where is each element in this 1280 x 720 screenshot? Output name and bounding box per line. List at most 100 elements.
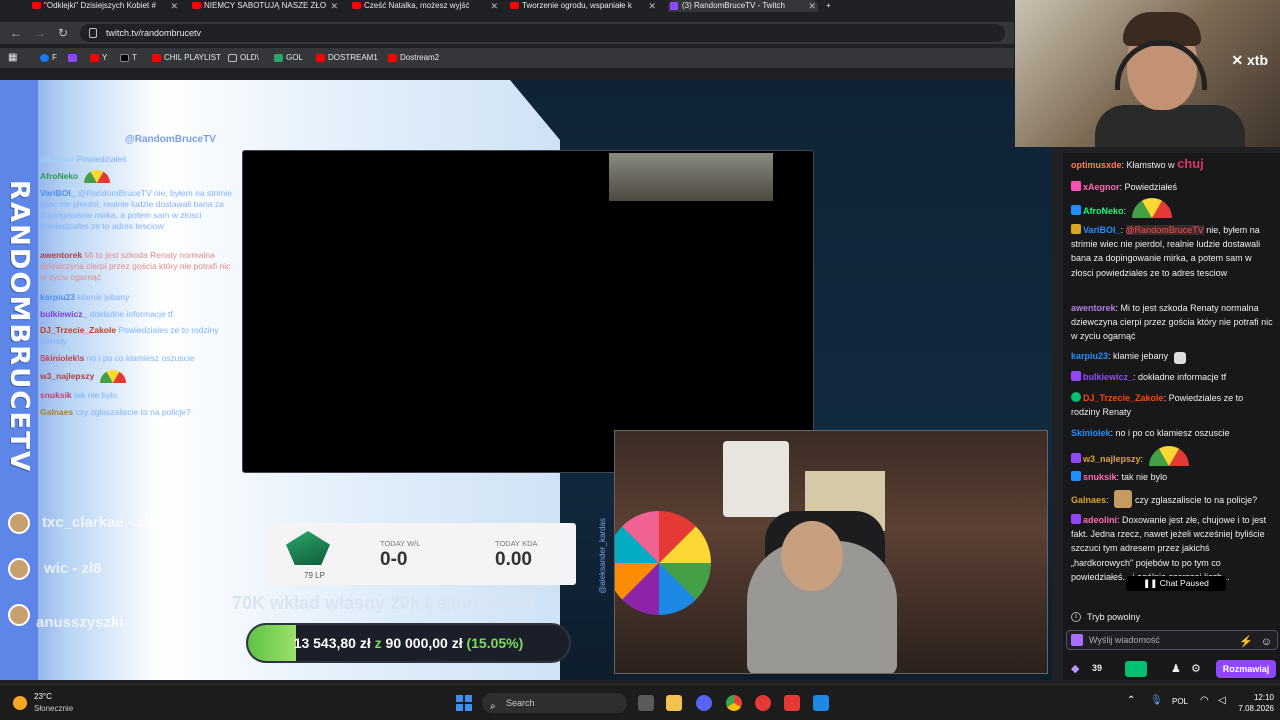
facebook-icon	[40, 54, 49, 62]
overlay-chat-message: AfroNeko	[40, 170, 235, 183]
close-tab-icon[interactable]: ✕	[490, 0, 498, 12]
secondary-webcam: ✕ xtb	[1015, 0, 1280, 147]
overlay-chat-message: VariBOI_ @RandomBruceTV nie, byłem na st…	[40, 188, 232, 231]
back-arrow-icon[interactable]: ←	[10, 26, 22, 40]
kda-header: TODAY KDA	[495, 539, 538, 548]
bookmark-item[interactable]: GOL	[274, 51, 303, 65]
apps-grid-icon[interactable]: ▦	[8, 51, 17, 65]
browser-tab[interactable]: Cześć Natalka, możesz wyjść ✕	[350, 0, 500, 12]
bookmark-item[interactable]: Y	[90, 51, 107, 65]
microphone-icon[interactable]: 🎙	[1150, 695, 1163, 706]
chat-message[interactable]: xAegnor: Powiedziałeś	[1071, 180, 1274, 194]
bookmark-item[interactable]: DOSTREAM1	[316, 51, 378, 65]
gauge-emote	[83, 170, 110, 183]
overlay-channel-handle: @RandomBruceTV	[125, 134, 216, 145]
bookmark-item[interactable]: F	[40, 51, 57, 65]
tray-chevron-up-icon[interactable]: ⌃	[1127, 695, 1135, 706]
chat-message[interactable]: AfroNeko:	[1071, 198, 1274, 218]
sponsor-logo: ✕ xtb	[1231, 52, 1268, 68]
overlay-chat-message: snuksik tak nie bylo	[40, 390, 118, 400]
info-icon: i	[1071, 612, 1081, 622]
chat-identity-icon[interactable]: ♟	[1171, 662, 1181, 675]
close-tab-icon[interactable]: ✕	[808, 0, 816, 12]
bookmark-item[interactable]: CHIL PLAYLIST	[152, 51, 221, 65]
chat-message[interactable]: awentorek: Mi to jest szkoda Renaty norm…	[1071, 301, 1274, 344]
chrome-icon[interactable]	[726, 695, 742, 711]
overlay-chat-message: DJ_Trzecie_Zakole Powiedziales ze to rod…	[40, 325, 219, 346]
browser-tab[interactable]: Tworzenie ogrodu, wspaniałe k ✕	[508, 0, 658, 12]
claim-bonus-button[interactable]	[1125, 661, 1147, 677]
browser-tab[interactable]: "Odklejki" Dzisiejszych Kobiet # ✕	[30, 0, 180, 12]
taskbar: 23°C Słonecznie ⌕ Search ⌃ 🎙 POL ◠ ◁ 12:1…	[0, 684, 1280, 720]
twitch-chat[interactable]: optimusxde: Kłamstwo w chuj xAegnor: Pow…	[1063, 153, 1280, 680]
channel-vertical-logo: RANDOMBRUCETV	[4, 180, 34, 474]
gear-icon[interactable]: ⚙	[1191, 662, 1201, 675]
goal-progress-label: 13 543,80 zł z 90 000,00 zł (15.05%)	[293, 635, 524, 651]
language-indicator[interactable]: POL	[1172, 697, 1188, 706]
emote-icon[interactable]: ☺	[1261, 633, 1272, 651]
task-view-icon[interactable]	[638, 695, 654, 711]
bits-icon[interactable]	[1071, 634, 1083, 646]
chat-paused-button[interactable]: ❚❚ Chat Paused	[1126, 576, 1226, 591]
channel-points-icon[interactable]: ◆	[1071, 662, 1079, 675]
browser-tab-active[interactable]: (3) RandomBruceTV - Twitch ✕	[668, 0, 818, 12]
app-icon[interactable]	[813, 695, 829, 711]
sub-badge-icon	[1071, 371, 1081, 381]
url-field[interactable]: twitch.tv/randombrucetv	[80, 24, 1005, 42]
app-icon[interactable]	[755, 695, 771, 711]
chat-message[interactable]: optimusxde: Kłamstwo w chuj	[1071, 156, 1274, 172]
chat-message[interactable]: w3_najlepszy:	[1071, 446, 1274, 466]
clock[interactable]: 12:10 7.08.2026	[1238, 692, 1274, 714]
chat-message[interactable]: Galnaes: czy zglaszaliscie to na policje…	[1071, 490, 1274, 508]
weather-condition[interactable]: Słonecznie	[34, 704, 73, 713]
weather-sun-icon[interactable]	[13, 696, 27, 710]
twitch-icon	[68, 54, 77, 62]
reload-icon[interactable]: ↻	[58, 26, 68, 40]
app-icon[interactable]	[784, 695, 800, 711]
game-scene-thumbnail	[609, 153, 773, 201]
discord-icon[interactable]	[696, 695, 712, 711]
chat-message[interactable]: adeolini: Doxowanie jest złe, chujowe i …	[1071, 513, 1274, 584]
youtube-icon	[352, 2, 361, 9]
overlay-chat-message: Skiniolek\s no i po co klamiesz oszuscie	[40, 353, 195, 363]
close-tab-icon[interactable]: ✕	[648, 0, 656, 12]
sponsor-vertical-text: @aleksander_kardas	[598, 518, 607, 594]
overlay-chat-message: w3_najlepszy	[40, 370, 235, 383]
site-info-icon[interactable]	[89, 28, 97, 38]
gauge-emote	[99, 370, 126, 383]
weather-temperature[interactable]: 23°C	[34, 692, 52, 701]
volume-icon[interactable]: ◁	[1218, 695, 1226, 706]
chat-message[interactable]: VariBOI_: @RandomBruceTV nie, byłem na s…	[1071, 223, 1274, 280]
bookmark-item[interactable]: T	[120, 51, 137, 65]
chat-message[interactable]: DJ_Trzecie_Zakole: Powiedziales ze to ro…	[1071, 391, 1274, 419]
new-tab-button[interactable]: +	[822, 0, 842, 12]
youtube-icon	[316, 54, 325, 62]
player-avatar	[8, 512, 30, 534]
taskbar-search[interactable]: ⌕ Search	[482, 693, 627, 713]
goal-progress-bar: 13 543,80 zł z 90 000,00 zł (15.05%)	[246, 623, 571, 663]
youtube-icon	[388, 54, 397, 62]
forward-arrow-icon[interactable]: →	[34, 26, 46, 40]
player-avatar	[8, 558, 30, 580]
wl-value: 0-0	[380, 549, 408, 570]
wifi-icon[interactable]: ◠	[1200, 695, 1209, 706]
close-tab-icon[interactable]: ✕	[330, 0, 338, 12]
rank-widget: 79 LP TODAY W/L 0-0 TODAY KDA 0.00	[270, 523, 576, 585]
file-explorer-icon[interactable]	[666, 695, 682, 711]
chat-message[interactable]: snuksik: tak nie bylo	[1071, 470, 1274, 484]
chat-message[interactable]: bulkiewicz_: dokładne informacje tf	[1071, 370, 1274, 384]
chat-message[interactable]: Skiniolek: no i po co klamiesz oszuscie	[1071, 426, 1274, 440]
chat-message[interactable]: karpiu23: klamie jebany	[1071, 349, 1274, 364]
browser-tab[interactable]: NIEMCY SABOTUJĄ NASZE ZŁO ✕	[190, 0, 340, 12]
youtube-icon	[32, 2, 41, 9]
search-icon: ⌕	[490, 701, 496, 712]
close-tab-icon[interactable]: ✕	[170, 0, 178, 12]
emote-picker-icon[interactable]: ⚡	[1239, 633, 1253, 651]
chat-input[interactable]: Wyślij wiadomość ⚡ ☺	[1066, 630, 1278, 650]
chat-send-button[interactable]: Rozmawiaj	[1216, 660, 1276, 678]
bookmark-item[interactable]: Dostream2	[388, 51, 439, 65]
start-windows-icon[interactable]	[456, 695, 472, 711]
bookmark-folder[interactable]: OLD\	[228, 51, 259, 65]
gol-icon	[274, 54, 283, 62]
overlay-chat-message: bulkiewicz_ dokładne informacje tf	[40, 309, 173, 319]
